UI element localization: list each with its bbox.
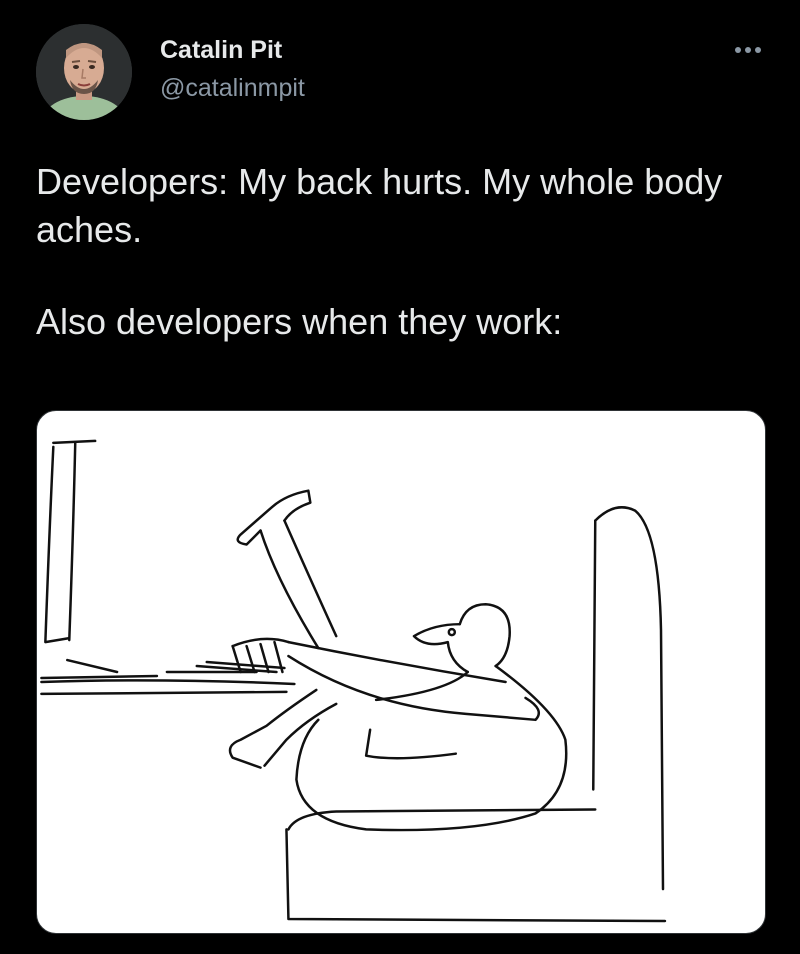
tweet-text-line-1: Developers: My back hurts. My whole body… [36,161,723,250]
author-names: Catalin Pit @catalinmpit [160,34,305,104]
author-handle[interactable]: @catalinmpit [160,72,305,104]
tweet-header: Catalin Pit @catalinmpit [36,24,766,124]
developer-posture-drawing [40,439,667,923]
tweet-text-line-2: Also developers when they work: [36,301,563,342]
more-horizontal-icon [735,47,761,53]
more-options-button[interactable] [730,38,766,62]
author-display-name[interactable]: Catalin Pit [160,34,305,66]
tweet: Catalin Pit @catalinmpit Developers: My … [0,0,800,954]
avatar[interactable] [36,24,132,120]
tweet-media-image[interactable] [36,410,766,934]
avatar-photo [36,24,132,120]
tweet-text: Developers: My back hurts. My whole body… [36,158,766,346]
